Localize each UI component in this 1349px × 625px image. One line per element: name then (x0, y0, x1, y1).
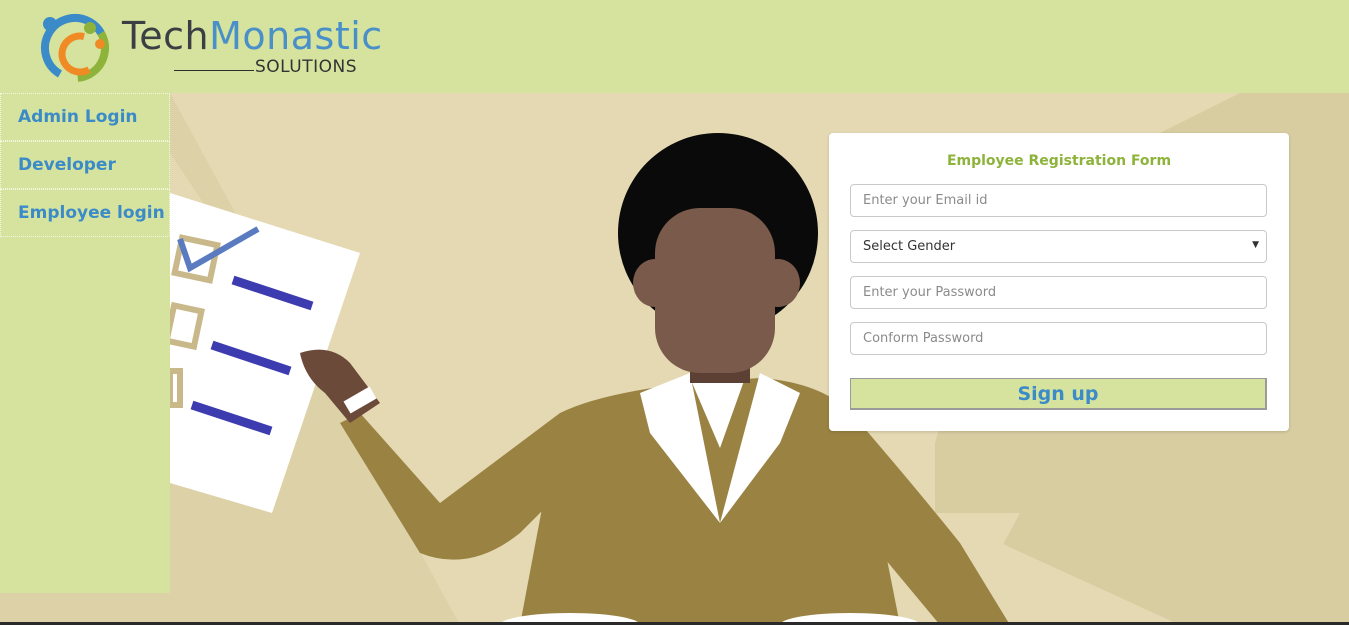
email-field[interactable] (850, 184, 1267, 217)
sidebar-item-employee-login[interactable]: Employee login (0, 189, 170, 237)
brand-name: TechMonastic (122, 12, 383, 60)
logo-icon (40, 14, 109, 82)
sign-up-button[interactable]: Sign up (850, 378, 1267, 410)
form-title: Employee Registration Form (946, 153, 1172, 169)
dropdown-arrow-icon: ▼ (1252, 240, 1259, 250)
sidebar: Admin Login Developer Employee login (0, 93, 170, 593)
brand-name-part2: Monastic (209, 14, 383, 58)
password-field[interactable] (850, 276, 1267, 309)
registration-form: Employee Registration Form Select Gender… (829, 133, 1289, 431)
brand-divider (174, 70, 254, 71)
sidebar-item-developer[interactable]: Developer (0, 141, 170, 189)
brand-subtitle: SOLUTIONS (255, 57, 358, 77)
gender-select-value: Select Gender (863, 239, 956, 254)
confirm-password-field[interactable] (850, 322, 1267, 355)
brand-name-part1: Tech (122, 14, 210, 58)
sidebar-item-admin-login[interactable]: Admin Login (0, 93, 170, 141)
gender-select[interactable]: Select Gender ▼ (850, 230, 1267, 263)
site-header: TechMonastic SOLUTIONS (0, 0, 1349, 93)
